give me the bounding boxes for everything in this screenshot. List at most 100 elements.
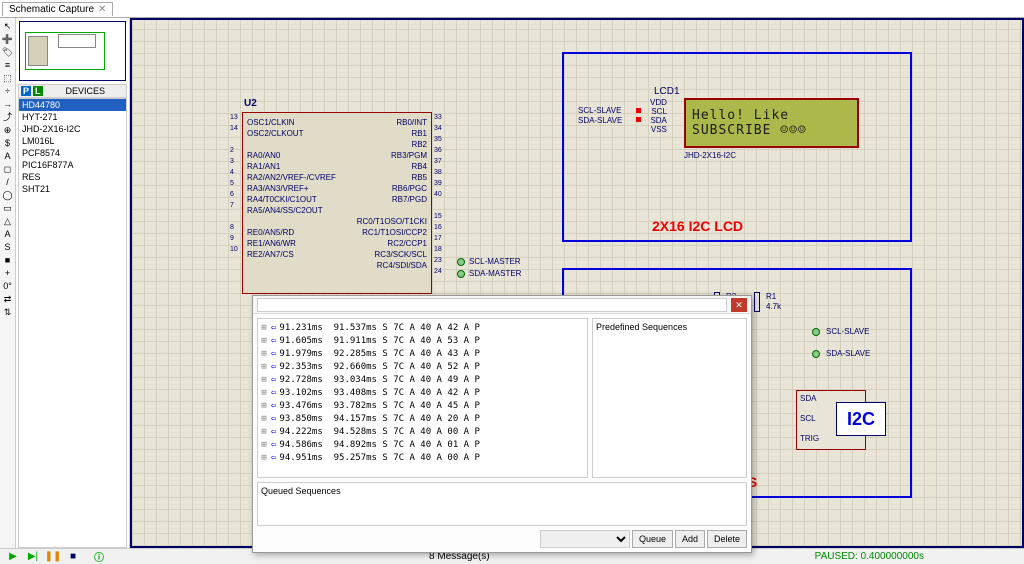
pin-num: 39 (434, 180, 442, 187)
queued-title: Queued Sequences (261, 486, 743, 496)
tool-3[interactable]: ≡ (2, 59, 14, 71)
tool-11[interactable]: ◻ (2, 163, 14, 175)
step-button[interactable]: ▶| (26, 551, 40, 563)
tool-2[interactable]: 🏷 (2, 46, 14, 58)
tool-15[interactable]: △ (2, 215, 14, 227)
device-item[interactable]: HYT-271 (19, 111, 126, 123)
tab-close-icon[interactable]: ✕ (98, 4, 106, 15)
tool-13[interactable]: ◯ (2, 189, 14, 201)
tab-bar: Schematic Capture ✕ (0, 0, 1024, 18)
tool-16[interactable]: A (2, 228, 14, 240)
log-line[interactable]: ⊞⇦93.476ms 93.782ms S 7C A 40 A 45 A P (260, 399, 585, 412)
play-button[interactable]: ▶ (6, 551, 20, 563)
tool-19[interactable]: + (2, 267, 14, 279)
i2c-scl-slave-terminal[interactable] (812, 328, 820, 336)
pin-num: 16 (434, 224, 442, 231)
stop-button[interactable]: ■ (66, 551, 80, 563)
device-item[interactable]: PCF8574 (19, 147, 126, 159)
pin-num: 17 (434, 235, 442, 242)
tool-9[interactable]: $ (2, 137, 14, 149)
tool-20[interactable]: 0° (2, 280, 14, 292)
pause-button[interactable]: ❚❚ (46, 551, 60, 563)
tool-22[interactable]: ⇅ (2, 306, 14, 318)
device-list[interactable]: HD44780HYT-271JHD-2X16-I2CLM016LPCF8574P… (18, 98, 127, 548)
scl-master-terminal[interactable] (457, 258, 465, 266)
pin-num: 35 (434, 136, 442, 143)
tool-21[interactable]: ⇄ (2, 293, 14, 305)
log-line[interactable]: ⊞⇦93.102ms 93.408ms S 7C A 40 A 42 A P (260, 386, 585, 399)
pin-num: 2 (230, 147, 234, 154)
i2c-trig-pin: TRIG (800, 434, 819, 443)
tool-14[interactable]: ▭ (2, 202, 14, 214)
pin-num: 7 (230, 202, 234, 209)
pin-num: 34 (434, 125, 442, 132)
overview-lcd-icon (58, 34, 96, 48)
delete-button[interactable]: Delete (707, 530, 747, 548)
i2c-sda-slave-terminal[interactable] (812, 350, 820, 358)
tool-7[interactable]: ⤴ (2, 111, 14, 123)
device-item[interactable]: JHD-2X16-I2C (19, 123, 126, 135)
log-line[interactable]: ⊞⇦93.850ms 94.157ms S 7C A 40 A 20 A P (260, 412, 585, 425)
log-line[interactable]: ⊞⇦91.979ms 92.285ms S 7C A 40 A 43 A P (260, 347, 585, 360)
i2c-sda-slave-label: SDA-SLAVE (826, 349, 870, 358)
overview-chip-icon (28, 36, 48, 66)
resistor-r1[interactable] (752, 292, 762, 320)
device-item[interactable]: LM016L (19, 135, 126, 147)
log-line[interactable]: ⊞⇦94.951ms 95.257ms S 7C A 40 A 00 A P (260, 451, 585, 464)
tool-1[interactable]: ➕ (2, 33, 14, 45)
sim-state: PAUSED: 0.400000000s (815, 551, 924, 562)
debug-titlebar[interactable]: ✕ (253, 296, 751, 314)
pin-num: 9 (230, 235, 234, 242)
lcd-sda-dot-icon (636, 117, 641, 122)
schematic-canvas[interactable]: U2 OSC1/CLKINOSC2/CLKOUT RA0/AN0RA1/AN1R… (130, 18, 1024, 548)
simulation-controls: ▶ ▶| ❚❚ ■ (0, 551, 86, 563)
tool-12[interactable]: / (2, 176, 14, 188)
device-item[interactable]: PIC16F877A (19, 159, 126, 171)
tool-17[interactable]: S (2, 241, 14, 253)
chip-ref: U2 (244, 98, 257, 109)
sda-master-terminal[interactable] (457, 270, 465, 278)
schematic-tab[interactable]: Schematic Capture ✕ (2, 2, 113, 16)
tool-6[interactable]: → (2, 98, 14, 110)
pin-num: 15 (434, 213, 442, 220)
info-icon[interactable]: ⓘ (94, 549, 104, 564)
pin-num: 8 (230, 224, 234, 231)
log-line[interactable]: ⊞⇦94.222ms 94.528ms S 7C A 40 A 00 A P (260, 425, 585, 438)
debug-body: ⊞⇦91.231ms 91.537ms S 7C A 40 A 42 A P⊞⇦… (253, 314, 751, 482)
tool-18[interactable]: ■ (2, 254, 14, 266)
log-line[interactable]: ⊞⇦94.586ms 94.892ms S 7C A 40 A 01 A P (260, 438, 585, 451)
log-line[interactable]: ⊞⇦92.353ms 92.660ms S 7C A 40 A 52 A P (260, 360, 585, 373)
pin-num: 13 (230, 114, 238, 121)
lcd-line1: Hello! Like (692, 108, 857, 123)
queued-sequences-panel[interactable]: Queued Sequences (257, 482, 747, 526)
log-line[interactable]: ⊞⇦92.728ms 93.034ms S 7C A 40 A 49 A P (260, 373, 585, 386)
device-item[interactable]: HD44780 (19, 99, 126, 111)
lcd-display: Hello! Like SUBSCRIBE ☺☺☺ (684, 98, 859, 148)
p-button[interactable]: P (21, 86, 31, 96)
debug-close-button[interactable]: ✕ (731, 298, 747, 312)
l-button[interactable]: L (33, 86, 43, 96)
lcd-ref: LCD1 (654, 86, 680, 97)
design-overview[interactable] (19, 21, 126, 81)
mcu-chip[interactable]: OSC1/CLKINOSC2/CLKOUT RA0/AN0RA1/AN1RA2/… (242, 112, 432, 294)
debug-log[interactable]: ⊞⇦91.231ms 91.537ms S 7C A 40 A 42 A P⊞⇦… (257, 318, 588, 478)
tool-5[interactable]: ÷ (2, 85, 14, 97)
log-line[interactable]: ⊞⇦91.231ms 91.537ms S 7C A 40 A 42 A P (260, 321, 585, 334)
tool-4[interactable]: ⬚ (2, 72, 14, 84)
devices-header: P L DEVICES (18, 84, 127, 98)
i2c-debug-window[interactable]: ✕ ⊞⇦91.231ms 91.537ms S 7C A 40 A 42 A P… (252, 295, 752, 553)
tool-8[interactable]: ⊕ (2, 124, 14, 136)
log-line[interactable]: ⊞⇦91.605ms 91.911ms S 7C A 40 A 53 A P (260, 334, 585, 347)
predefined-sequences-panel[interactable]: Predefined Sequences (592, 318, 747, 478)
queue-button[interactable]: Queue (632, 530, 673, 548)
add-button[interactable]: Add (675, 530, 705, 548)
device-item[interactable]: RES (19, 171, 126, 183)
pin-num: 10 (230, 246, 238, 253)
tool-0[interactable]: ↖ (2, 20, 14, 32)
tool-10[interactable]: A (2, 150, 14, 162)
sequence-select[interactable] (540, 530, 630, 548)
pin-num: 36 (434, 147, 442, 154)
devices-title: DEVICES (47, 86, 124, 96)
debug-search-input[interactable] (257, 298, 727, 312)
device-item[interactable]: SHT21 (19, 183, 126, 195)
